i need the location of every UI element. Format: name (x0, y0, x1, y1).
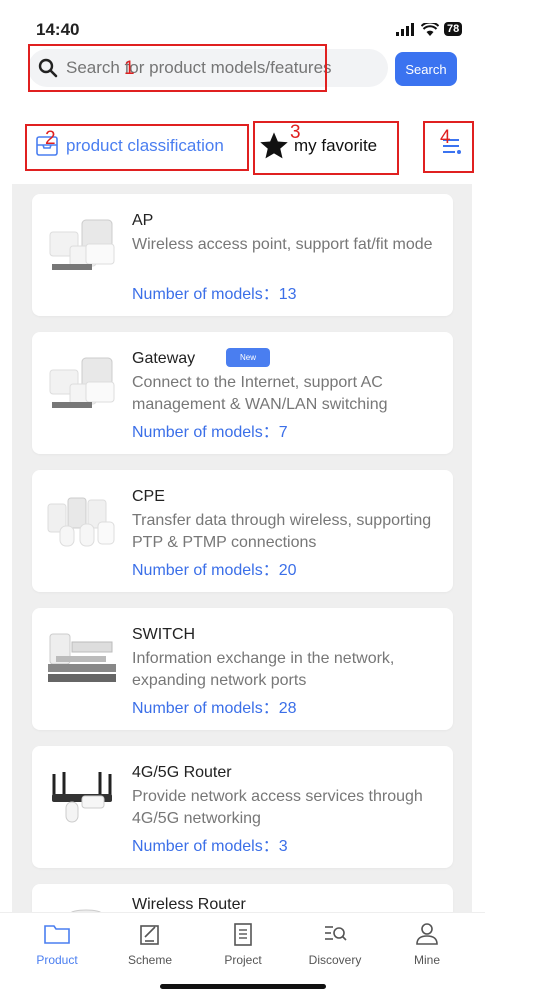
product-card-wireless-router[interactable]: Wireless Router (32, 884, 453, 914)
nav-mine[interactable]: Mine (387, 921, 467, 967)
product-list[interactable]: AP Wireless access point, support fat/fi… (12, 184, 472, 914)
switch-image (48, 633, 116, 682)
cpe-image (47, 497, 115, 547)
nav-label: Discovery (308, 953, 362, 967)
new-badge: New (226, 348, 271, 367)
product-model-count: Number of models：28 (132, 700, 297, 717)
product-card-4g5g-router[interactable]: 4G/5G Router Provide network access serv… (32, 746, 453, 868)
annotation-box-1 (28, 44, 327, 92)
product-model-count: Number of models：20 (132, 562, 297, 579)
nav-scheme[interactable]: Scheme (110, 921, 190, 967)
folder-icon (44, 925, 70, 944)
annotation-number-4: 4 (440, 127, 451, 148)
product-card-ap[interactable]: AP Wireless access point, support fat/fi… (32, 194, 453, 316)
router-image (52, 772, 112, 823)
search-list-icon (325, 926, 347, 941)
product-description: Provide network access services through … (132, 788, 423, 827)
home-indicator (160, 984, 326, 989)
user-icon (416, 923, 438, 945)
status-time: 14:40 (36, 20, 80, 39)
product-card-gateway[interactable]: Gateway New Connect to the Internet, sup… (32, 332, 453, 454)
annotation-number-1: 1 (124, 58, 135, 79)
bottom-navigation: Product Scheme Project Discovery Mine (0, 912, 485, 1000)
product-description: Transfer data through wireless, supporti… (132, 512, 432, 551)
annotation-box-3 (253, 121, 399, 175)
product-description: Connect to the Internet, support AC mana… (132, 374, 388, 413)
product-title: Gateway (132, 350, 196, 367)
search-button[interactable]: Search (395, 52, 457, 86)
document-list-icon (234, 923, 252, 946)
product-card-switch[interactable]: SWITCH Information exchange in the netwo… (32, 608, 453, 730)
battery-icon: 78 (444, 22, 463, 36)
nav-discovery[interactable]: Discovery (295, 921, 375, 967)
wifi-icon (421, 22, 439, 36)
nav-product[interactable]: Product (17, 921, 97, 967)
product-description: Information exchange in the network, exp… (132, 650, 395, 689)
product-title: CPE (132, 488, 165, 505)
product-model-count: Number of models：7 (132, 424, 288, 441)
nav-label: Mine (413, 953, 440, 967)
annotation-number-3: 3 (290, 122, 301, 143)
product-title: SWITCH (132, 626, 196, 643)
annotation-number-2: 2 (45, 128, 56, 149)
gateway-image (49, 357, 115, 408)
product-card-cpe[interactable]: CPE Transfer data through wireless, supp… (32, 470, 453, 592)
product-description: Wireless access point, support fat/fit m… (132, 236, 433, 253)
nav-label: Scheme (127, 953, 173, 967)
app-screen: 14:40 78 Search 1 product classification… (0, 0, 485, 1000)
product-model-count: Number of models：13 (132, 286, 297, 303)
status-icons: 78 (396, 22, 463, 36)
edit-document-icon (140, 925, 159, 945)
nav-label: Project (224, 953, 262, 967)
product-model-count: Number of models：3 (132, 838, 288, 855)
nav-label: Product (36, 953, 78, 967)
product-title: 4G/5G Router (132, 764, 232, 781)
annotation-box-2 (25, 124, 249, 171)
product-title: AP (132, 212, 154, 229)
nav-project[interactable]: Project (203, 921, 283, 967)
access-point-image (49, 219, 115, 270)
signal-icon (396, 22, 414, 36)
